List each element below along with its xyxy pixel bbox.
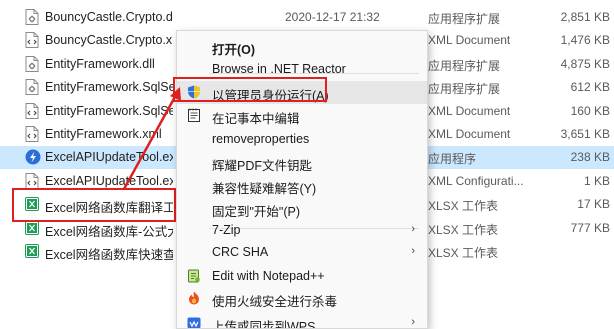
- file-size: 17 KB: [577, 197, 610, 212]
- menu-item-label: Edit with Notepad++: [212, 269, 325, 283]
- file-type: XML Configurati...: [428, 173, 524, 188]
- xlsx-icon: [25, 243, 39, 259]
- menu-item-pdf-key[interactable]: 辉耀PDF文件钥匙: [177, 151, 427, 174]
- menu-item-edit-with-notepadpp[interactable]: Edit with Notepad++: [177, 265, 427, 288]
- chevron-right-icon: ›: [411, 316, 415, 328]
- xml-icon: [25, 172, 39, 189]
- file-name: ExcelAPIUpdateTool.exe.config: [45, 173, 173, 188]
- menu-item-upload-to-wps[interactable]: 上传或同步到WPS ›: [177, 312, 427, 329]
- xml-icon: [25, 126, 39, 142]
- file-type: 应用程序扩展: [428, 82, 501, 97]
- notepad-icon: [187, 108, 201, 122]
- file-size: 238 KB: [570, 150, 610, 165]
- file-name: EntityFramework.SqlServer.xml: [45, 103, 173, 118]
- chevron-right-icon: ›: [411, 223, 415, 235]
- annotation-box-selected-file: [12, 188, 176, 222]
- file-size: 3,651 KB: [560, 127, 610, 141]
- file-date: 2020-12-17 21:32: [285, 10, 380, 24]
- file-name: Excel网络函数库-公式大全.xlsx: [45, 224, 173, 239]
- dll-icon: [25, 9, 39, 25]
- menu-item-label: CRC SHA: [212, 245, 269, 259]
- file-size: 612 KB: [570, 80, 610, 95]
- file-type: 应用程序扩展: [428, 58, 501, 73]
- file-type: 应用程序: [428, 152, 477, 167]
- file-type: XML Document: [428, 127, 511, 141]
- menu-item-label: 打开(O): [212, 43, 256, 57]
- file-name: EntityFramework.dll: [45, 56, 155, 71]
- file-name: BouncyCastle.Crypto.dll: [45, 10, 173, 24]
- context-menu: 打开(O) Browse in .NET Reactor 以管理员身份运行(A) 在记…: [176, 30, 428, 329]
- menu-item-label: removeproperties: [212, 132, 310, 146]
- file-type: XML Document: [428, 103, 511, 118]
- menu-item-label: 使用火绒安全进行杀毒: [212, 295, 338, 309]
- menu-item-edit-in-notepad[interactable]: 在记事本中编辑: [177, 104, 427, 127]
- file-size: 1 KB: [583, 173, 610, 188]
- annotation-box-run-as-admin: [173, 77, 327, 102]
- file-row[interactable]: BouncyCastle.Crypto.dll 2020-12-17 21:32 应…: [0, 6, 614, 29]
- xml-icon: [25, 32, 39, 49]
- menu-item-label: 辉耀PDF文件钥匙: [212, 159, 313, 173]
- menu-item-compatibility-troubleshoot[interactable]: 兼容性疑难解答(Y): [177, 174, 427, 197]
- file-size: 160 KB: [570, 103, 610, 118]
- file-type: XLSX 工作表: [428, 246, 499, 260]
- chevron-right-icon: ›: [411, 245, 415, 257]
- menu-item-label: 固定到"开始"(P): [212, 205, 301, 219]
- menu-item-label: 7-Zip: [212, 223, 241, 237]
- file-type: XML Document: [428, 33, 511, 48]
- file-size: 4,875 KB: [560, 56, 610, 71]
- file-type: 应用程序扩展: [428, 12, 501, 26]
- file-name: EntityFramework.SqlServer.dll: [45, 80, 173, 95]
- dll-icon: [25, 79, 39, 96]
- file-size: 2,851 KB: [560, 10, 610, 24]
- file-name: EntityFramework.xml: [45, 127, 162, 141]
- menu-item-open[interactable]: 打开(O): [177, 35, 427, 58]
- file-size: 1,476 KB: [560, 33, 610, 48]
- menu-item-crc-sha[interactable]: CRC SHA ›: [177, 241, 427, 264]
- menu-item-huorong-scan[interactable]: 使用火绒安全进行杀毒: [177, 287, 427, 310]
- menu-item-removeproperties[interactable]: removeproperties: [177, 128, 427, 151]
- menu-item-pin-to-start[interactable]: 固定到"开始"(P): [177, 197, 427, 220]
- file-name: ExcelAPIUpdateTool.exe: [45, 150, 173, 165]
- menu-item-label: Browse in .NET Reactor: [212, 62, 346, 76]
- notepadpp-icon: [187, 269, 201, 283]
- file-name: Excel网络函数库快速查询.xlsx: [45, 248, 173, 262]
- menu-item-label: 兼容性疑难解答(Y): [212, 182, 317, 196]
- menu-item-label: 上传或同步到WPS: [212, 320, 316, 329]
- menu-item-label: 在记事本中编辑: [212, 112, 300, 126]
- huorong-icon: [187, 291, 201, 305]
- file-size: 777 KB: [570, 220, 610, 235]
- file-type: XLSX 工作表: [428, 199, 499, 214]
- exe-icon: [25, 149, 41, 165]
- dll-icon: [25, 55, 39, 72]
- file-type: XLSX 工作表: [428, 222, 499, 237]
- menu-item-7zip[interactable]: 7-Zip ›: [177, 219, 427, 242]
- file-name: BouncyCastle.Crypto.xml: [45, 33, 173, 48]
- wps-icon: [187, 316, 201, 328]
- xml-icon: [25, 102, 39, 119]
